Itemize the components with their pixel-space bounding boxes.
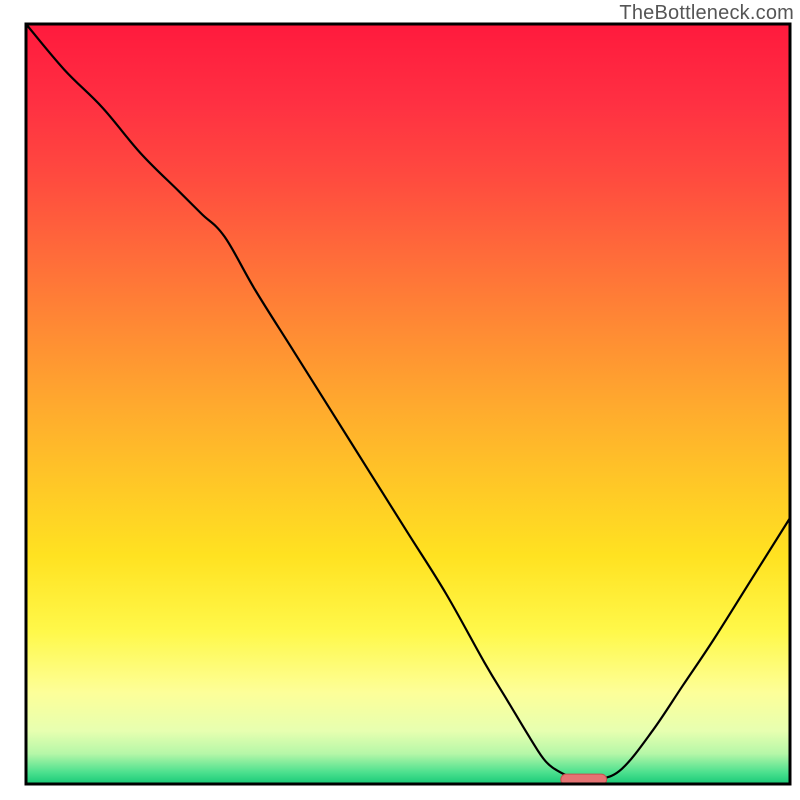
plot-background — [26, 24, 790, 784]
watermark-text: TheBottleneck.com — [619, 2, 794, 25]
bottleneck-chart: TheBottleneck.com — [0, 0, 800, 800]
plot-svg — [0, 0, 800, 800]
